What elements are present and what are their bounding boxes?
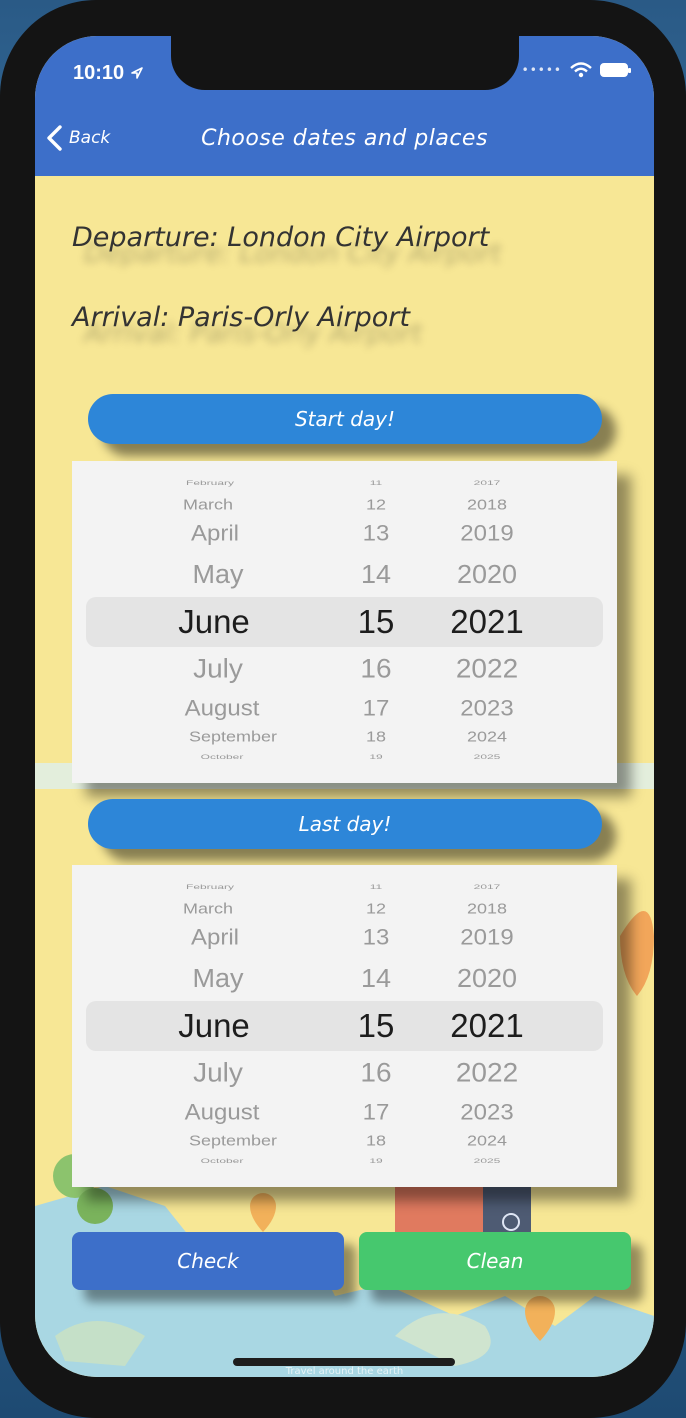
picker-month-cell: July (193, 653, 243, 684)
wifi-icon (570, 62, 592, 78)
picker-year-cell: 2017 (473, 883, 501, 891)
picker-month-cell: April (190, 925, 240, 950)
picker-month-cell: April (190, 521, 240, 546)
home-indicator[interactable] (233, 1358, 455, 1366)
picker-month-cell: March (182, 900, 234, 917)
picker-month-cell: May (192, 963, 244, 994)
picker-year-cell: 2023 (460, 1100, 514, 1125)
picker-year-cell: 2017 (473, 479, 501, 487)
picker-year-cell: 2019 (460, 925, 514, 950)
picker-month-cell: May (192, 559, 244, 590)
last-day-button[interactable]: Last day! (88, 799, 602, 849)
picker-year-cell: 2021 (450, 603, 524, 640)
picker-month-cell: July (193, 1057, 243, 1088)
picker-year-cell: 2025 (473, 753, 501, 761)
picker-month-cell: August (184, 1100, 260, 1125)
app-screen: 10:10 ••••• Back Choose dates and places… (35, 36, 654, 1377)
picker-month-cell: February (185, 883, 235, 891)
picker-month-cell: October (200, 753, 244, 761)
picker-month-cell: March (182, 496, 234, 513)
picker-year-cell: 2020 (456, 559, 518, 590)
picker-day-cell: 16 (360, 1057, 392, 1088)
picker-selection-highlight (86, 1001, 603, 1051)
picker-day-cell: 15 (357, 1007, 395, 1044)
picker-day-cell: 13 (362, 521, 390, 546)
picker-day-cell: 14 (360, 559, 392, 590)
picker-year-cell: 2020 (456, 963, 518, 994)
picker-month-cell: February (185, 479, 235, 487)
arrival-label: Arrival: Paris-Orly Airport (72, 302, 410, 333)
picker-selection-highlight (86, 597, 603, 647)
picker-day-cell: 18 (365, 728, 387, 745)
picker-day-cell: 14 (360, 963, 392, 994)
picker-day-cell: 16 (360, 653, 392, 684)
picker-month-cell: June (178, 1007, 250, 1044)
picker-day-cell: 17 (362, 1100, 390, 1125)
footer-caption: Travel around the earth (285, 1366, 404, 1377)
picker-day-cell: 13 (362, 925, 390, 950)
picker-year-cell: 2022 (455, 1057, 519, 1088)
picker-year-cell: 2025 (473, 1157, 501, 1165)
clean-button[interactable]: Clean (359, 1232, 631, 1290)
picker-day-cell: 19 (369, 1157, 383, 1165)
picker-year-cell: 2019 (460, 521, 514, 546)
picker-day-cell: 12 (365, 496, 387, 513)
status-indicators: ••••• (521, 62, 631, 78)
battery-icon (600, 63, 631, 77)
picker-year-cell: 2023 (460, 696, 514, 721)
picker-month-cell: September (188, 728, 278, 745)
start-day-button[interactable]: Start day! (88, 394, 602, 444)
picker-day-cell: 11 (369, 479, 383, 487)
picker-day-cell: 19 (369, 753, 383, 761)
picker-month-cell: October (200, 1157, 244, 1165)
picker-day-cell: 12 (365, 900, 387, 917)
picker-year-cell: 2018 (466, 496, 508, 513)
picker-day-cell: 11 (369, 883, 383, 891)
last-date-picker[interactable]: February 11 2017 March 12 2018 April 13 2019 May 1… (72, 865, 617, 1187)
picker-month-cell: September (188, 1132, 278, 1149)
start-date-picker[interactable]: February 11 2017 March 12 2018 April 13 2019 May 1… (72, 461, 617, 783)
picker-month-cell: June (178, 603, 250, 640)
status-time: 10:10 (73, 62, 144, 85)
check-button[interactable]: Check (72, 1232, 344, 1290)
device-notch (171, 36, 519, 90)
picker-year-cell: 2024 (466, 728, 508, 745)
departure-label: Departure: London City Airport (72, 222, 490, 253)
picker-day-cell: 15 (357, 603, 395, 640)
picker-day-cell: 18 (365, 1132, 387, 1149)
picker-year-cell: 2018 (466, 900, 508, 917)
picker-year-cell: 2024 (466, 1132, 508, 1149)
page-title: Choose dates and places (201, 126, 488, 151)
navigation-arrow-icon (130, 67, 143, 79)
picker-day-cell: 17 (362, 696, 390, 721)
device-frame: 10:10 ••••• Back Choose dates and places… (0, 0, 686, 1418)
picker-year-cell: 2021 (450, 1007, 524, 1044)
signal-dots-icon: ••••• (521, 63, 562, 77)
picker-year-cell: 2022 (455, 653, 519, 684)
picker-month-cell: August (184, 696, 260, 721)
